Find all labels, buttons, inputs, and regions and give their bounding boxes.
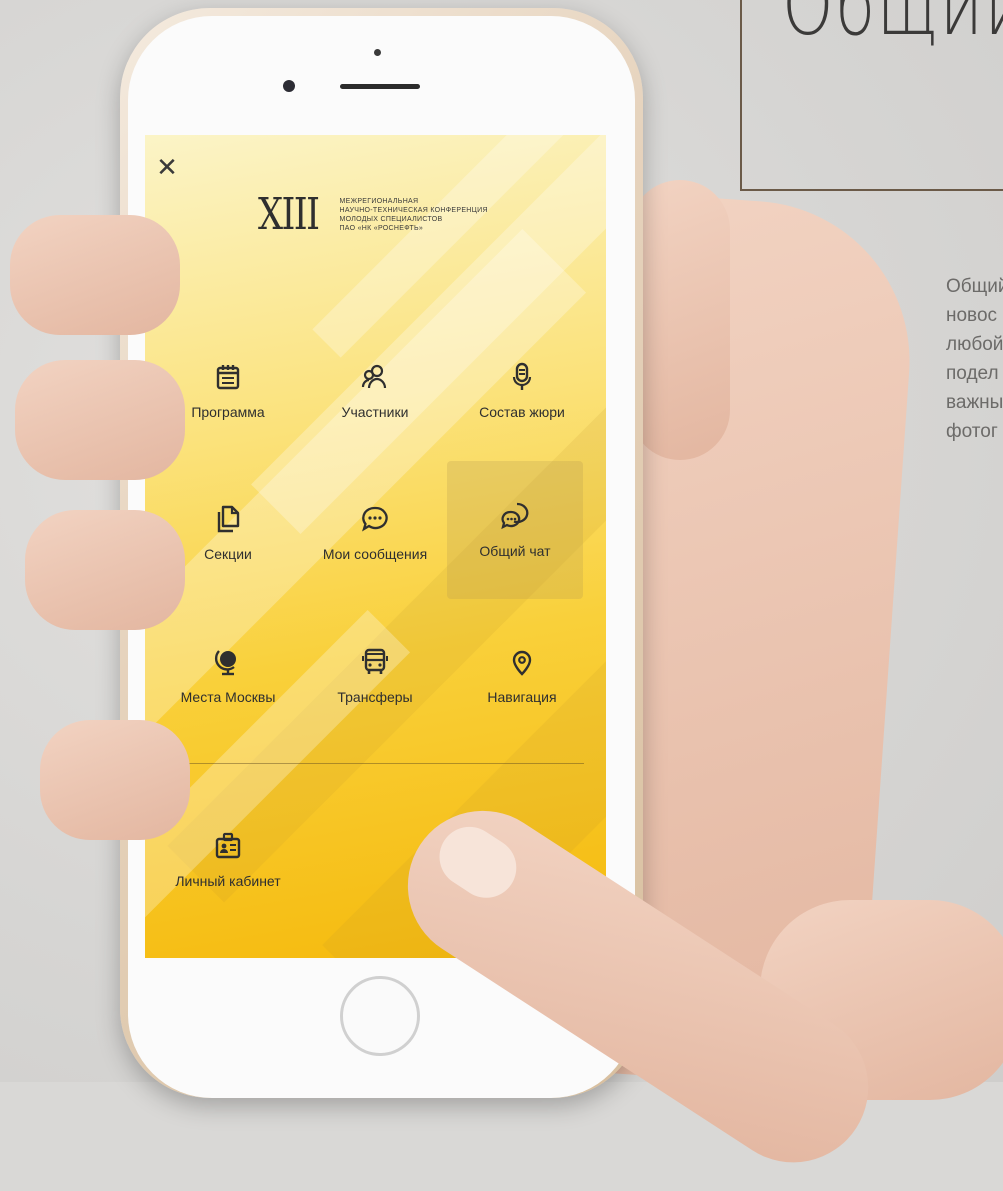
left-finger: [15, 360, 185, 480]
globe-icon: [214, 650, 236, 676]
calendar-icon: [216, 365, 240, 390]
menu-item-label: Навигация: [487, 689, 557, 705]
menu-item-label: Мои сообщения: [322, 546, 428, 562]
conference-logo: XIII Межрегиональная научно-техническая …: [258, 189, 488, 240]
logo-line: молодых специалистов: [339, 216, 443, 223]
menu-item-participants[interactable]: Участники: [305, 323, 445, 459]
bus-icon: [362, 648, 388, 674]
close-icon: ✕: [156, 152, 178, 182]
description-line: важны: [946, 392, 1003, 413]
left-finger: [10, 215, 180, 335]
menu-item-my-messages[interactable]: Мои сообщения: [305, 465, 445, 601]
description-line: новос: [946, 305, 998, 326]
description-line: фотог: [946, 421, 998, 442]
logo-line: Межрегиональная: [339, 198, 419, 205]
id-badge-icon: [215, 832, 241, 859]
menu-item-jury[interactable]: Состав жюри: [452, 323, 592, 459]
headline-frame: Общий: [740, 0, 1003, 191]
menu-item-label: Места Москвы: [180, 689, 276, 705]
menu-item-transfers[interactable]: Трансферы: [305, 608, 445, 744]
documents-icon: [217, 505, 240, 533]
front-camera: [283, 80, 295, 92]
menu-item-moscow-places[interactable]: Места Москвы: [158, 608, 298, 744]
menu-item-label: Трансферы: [337, 689, 413, 705]
home-button[interactable]: [340, 976, 420, 1056]
proximity-sensor: [374, 49, 381, 56]
menu-item-label: Программа: [191, 404, 265, 420]
menu-item-general-chat[interactable]: Общий чат: [447, 461, 583, 599]
left-finger: [40, 720, 190, 840]
menu-divider: [178, 763, 584, 764]
hand-thumb: [630, 180, 730, 460]
menu-item-label: Состав жюри: [479, 404, 565, 420]
description: Общий новос любой подел важны фотог: [946, 272, 1003, 446]
menu-item-label: Участники: [341, 404, 409, 420]
logo-line: ПАО «НК «Роснефть»: [339, 225, 424, 232]
logo-text: Межрегиональная научно-техническая конфе…: [339, 197, 487, 233]
description-line: подел: [946, 363, 999, 384]
description-line: любой: [946, 334, 1003, 355]
microphone-icon: [512, 362, 532, 390]
menu-item-label: Личный кабинет: [175, 873, 281, 889]
menu-item-label: Секции: [204, 546, 252, 562]
chat-bubble-icon: [362, 506, 388, 532]
group-chat-icon: [501, 502, 529, 530]
menu-item-label: Общий чат: [479, 543, 551, 559]
menu-item-navigation[interactable]: Навигация: [452, 608, 592, 744]
close-button[interactable]: ✕: [151, 151, 183, 183]
logo-numeral: XIII: [258, 189, 320, 240]
description-line: Общий: [946, 276, 1003, 297]
left-finger: [25, 510, 185, 630]
headline: Общий: [782, 0, 1003, 54]
logo-line: научно-техническая конференция: [339, 207, 488, 214]
users-icon: [361, 364, 387, 389]
earpiece-speaker: [340, 84, 420, 89]
location-pin-icon: [512, 650, 532, 676]
fingernail: [428, 815, 528, 910]
